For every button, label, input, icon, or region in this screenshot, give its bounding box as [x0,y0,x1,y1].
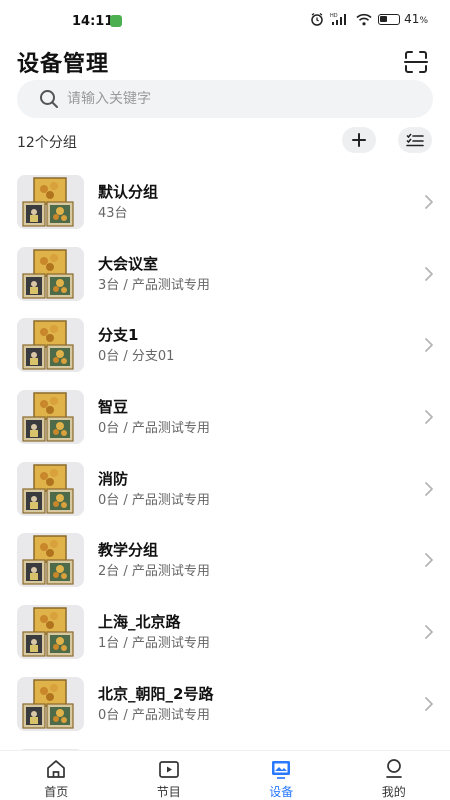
nav-item-profile[interactable]: 我的 [338,751,450,800]
group-subtitle: 0台 / 产品测试专用 [98,707,210,723]
group-list-item[interactable]: 分支1 0台 / 分支01 [0,307,450,379]
group-thumbnail [17,533,84,588]
group-count: 12个分组 [17,135,77,151]
page-title: 设备管理 [17,52,110,77]
group-list-item[interactable]: 智豆 0台 / 产品测试专用 [0,379,450,451]
nav-item-devices[interactable]: 设备 [225,751,338,800]
group-name: 智豆 [98,398,129,417]
wifi-icon [356,13,372,25]
chevron-right-icon [425,625,433,640]
group-subtitle: 3台 / 产品测试专用 [98,277,210,293]
group-subtitle: 2台 / 产品测试专用 [98,564,210,580]
group-name: 消防 [98,469,129,488]
group-thumbnail [17,461,84,516]
group-thumbnail [17,605,84,660]
nav-label: 设备 [269,785,294,799]
chevron-right-icon [425,553,433,568]
group-list-item-partial[interactable] [0,738,450,750]
notification-badge-icon [110,15,122,27]
group-subtitle: 0台 / 产品测试专用 [98,421,210,437]
chevron-right-icon [425,481,433,496]
battery-indicator: 41% [378,12,428,26]
signal-icon: HD [330,13,347,25]
bottom-nav: 首页 节目 设备 我的 [0,750,450,800]
home-icon [47,760,66,778]
group-list: 默认分组 43台 大会议室 3台 / 产品测试专用 分支1 0台 / 分支01 智豆 0… [0,164,450,750]
group-text: 消防 0台 / 产品测试专用 [98,469,210,509]
nav-label: 首页 [44,785,69,799]
search-input[interactable] [67,91,367,107]
chevron-right-icon [425,338,433,353]
svg-text:HD: HD [330,13,338,19]
groups-toolbar: 12个分组 [0,124,450,156]
scan-button[interactable] [402,48,430,76]
group-thumbnail [17,318,84,373]
nav-label: 节目 [156,785,181,799]
search-bar[interactable] [17,80,433,118]
group-name: 默认分组 [98,183,159,201]
group-thumbnail [17,246,84,301]
chevron-right-icon [425,696,433,711]
group-text: 教学分组 2台 / 产品测试专用 [98,540,210,580]
group-text: 上海_北京路 1台 / 产品测试专用 [98,612,210,652]
batch-select-button[interactable] [398,127,432,153]
chevron-right-icon [425,410,433,424]
group-name: 上海_北京路 [98,613,181,632]
alarm-icon [311,12,323,26]
group-name: 大会议室 [98,254,159,273]
profile-icon [385,759,402,778]
page-header: 设备管理 [0,44,450,80]
scan-icon [404,51,428,73]
group-subtitle: 0台 / 产品测试专用 [98,492,210,508]
group-name: 分支1 [98,326,139,345]
play-icon [158,761,179,778]
group-name: 北京_朝阳_2号路 [98,684,214,703]
group-thumbnail [17,390,84,445]
chevron-right-icon [425,266,433,281]
group-list-item[interactable]: 北京_朝阳_2号路 0台 / 产品测试专用 [0,666,450,738]
group-list-item[interactable]: 上海_北京路 1台 / 产品测试专用 [0,594,450,666]
battery-percent: 41 [404,12,420,26]
group-list-item[interactable]: 大会议室 3台 / 产品测试专用 [0,236,450,308]
group-thumbnail [17,175,84,229]
group-text: 智豆 0台 / 产品测试专用 [98,397,210,437]
chevron-right-icon [425,195,433,209]
group-subtitle: 43台 [98,206,128,221]
status-bar: 14:11 HD 41% [0,0,450,40]
status-time: 14:11 [72,14,114,29]
nav-item-programs[interactable]: 节目 [113,751,226,800]
add-group-button[interactable] [342,127,376,153]
group-list-item[interactable]: 默认分组 43台 [0,164,450,236]
group-subtitle: 1台 / 产品测试专用 [98,636,210,652]
battery-unit: % [419,16,428,26]
group-text: 北京_朝阳_2号路 0台 / 产品测试专用 [98,684,213,724]
group-name: 教学分组 [98,541,159,560]
group-list-item[interactable]: 消防 0台 / 产品测试专用 [0,451,450,523]
device-icon [272,761,291,779]
nav-item-home[interactable]: 首页 [0,751,113,800]
plus-icon [352,133,366,147]
battery-icon [378,13,401,25]
group-subtitle: 0台 / 分支01 [98,349,175,365]
search-icon [40,90,58,108]
list-check-icon [406,133,424,147]
group-list-item[interactable]: 教学分组 2台 / 产品测试专用 [0,522,450,594]
group-text: 默认分组 43台 [98,182,158,222]
nav-label: 我的 [381,785,406,799]
group-thumbnail [17,676,84,731]
group-text: 大会议室 3台 / 产品测试专用 [98,254,210,294]
status-icons: HD 41% [310,12,428,26]
group-text: 分支1 0台 / 分支01 [98,325,174,365]
